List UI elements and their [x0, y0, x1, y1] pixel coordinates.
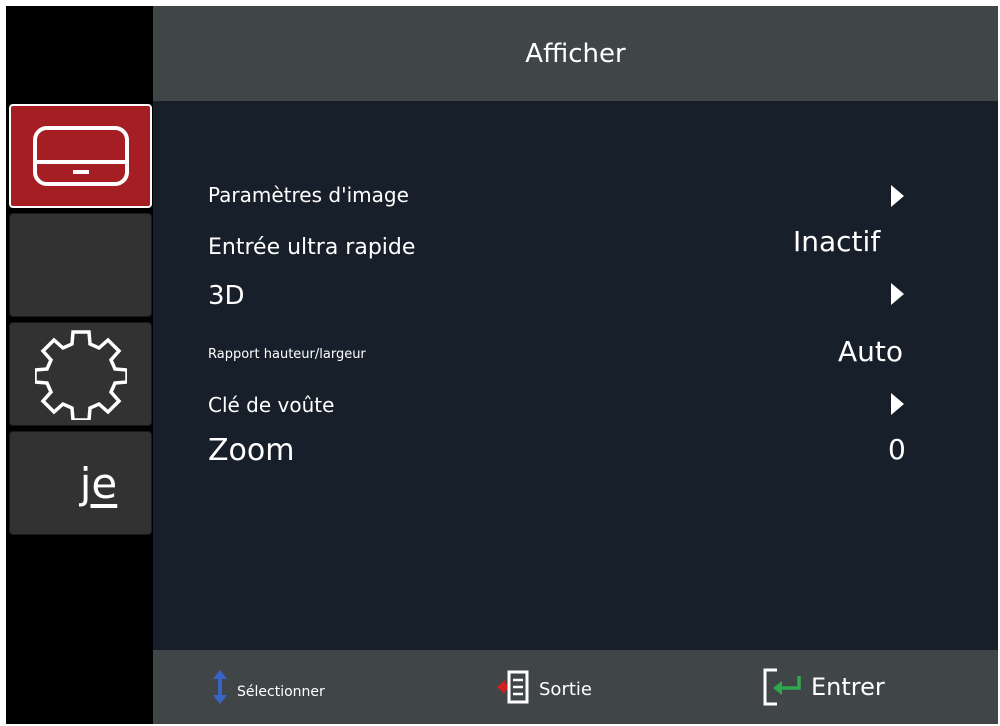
enter-icon — [763, 668, 801, 706]
menu-item-value: Inactif — [793, 225, 881, 258]
menu-item-label: Paramètres d'image — [208, 183, 409, 207]
hint-exit-label: Sortie — [539, 678, 592, 700]
menu-item-fast-input[interactable]: Entrée ultra rapide Inactif — [208, 225, 998, 269]
submenu-arrow-icon — [891, 185, 904, 207]
menu-item-value: 0 — [888, 433, 906, 466]
menu-item-value: Auto — [838, 335, 904, 368]
hint-exit: Sortie — [497, 670, 592, 704]
menu-item-keystone[interactable]: Clé de voûte — [208, 391, 998, 421]
info-icon: je — [79, 458, 118, 508]
hint-enter: Entrer — [763, 668, 885, 706]
menu-item-label: Entrée ultra rapide — [208, 235, 416, 260]
up-down-arrow-icon — [213, 670, 227, 704]
menu-item-label: Zoom — [208, 433, 295, 468]
menu-item-3d[interactable]: 3D — [208, 281, 998, 315]
menu-item-picture-settings[interactable]: Paramètres d'image — [208, 181, 998, 211]
menu-item-label: 3D — [208, 281, 245, 311]
hint-select: Sélectionner — [213, 670, 325, 704]
hint-enter-label: Entrer — [811, 673, 885, 701]
menu-item-aspect-ratio[interactable]: Rapport hauteur/largeur Auto — [208, 335, 998, 371]
footer-hints: Sélectionner Sortie Entrer — [153, 650, 998, 724]
tab-info[interactable]: je — [9, 431, 152, 535]
tab-settings[interactable] — [9, 322, 152, 426]
page-title: Afficher — [525, 38, 626, 69]
menu-item-label: Rapport hauteur/largeur — [208, 347, 366, 362]
hint-select-label: Sélectionner — [237, 684, 325, 700]
sidebar: je — [6, 6, 153, 724]
menu-item-zoom[interactable]: Zoom 0 — [208, 433, 998, 473]
display-icon — [32, 126, 129, 186]
menu-item-label: Clé de voûte — [208, 393, 335, 417]
header: Afficher — [153, 6, 998, 101]
submenu-arrow-icon — [891, 283, 904, 305]
menu-panel: Paramètres d'image Entrée ultra rapide I… — [153, 101, 998, 650]
submenu-arrow-icon — [891, 393, 904, 415]
exit-icon — [497, 670, 529, 704]
tab-display[interactable] — [9, 104, 152, 208]
gear-icon — [34, 330, 127, 420]
tab-blank[interactable] — [9, 213, 152, 317]
